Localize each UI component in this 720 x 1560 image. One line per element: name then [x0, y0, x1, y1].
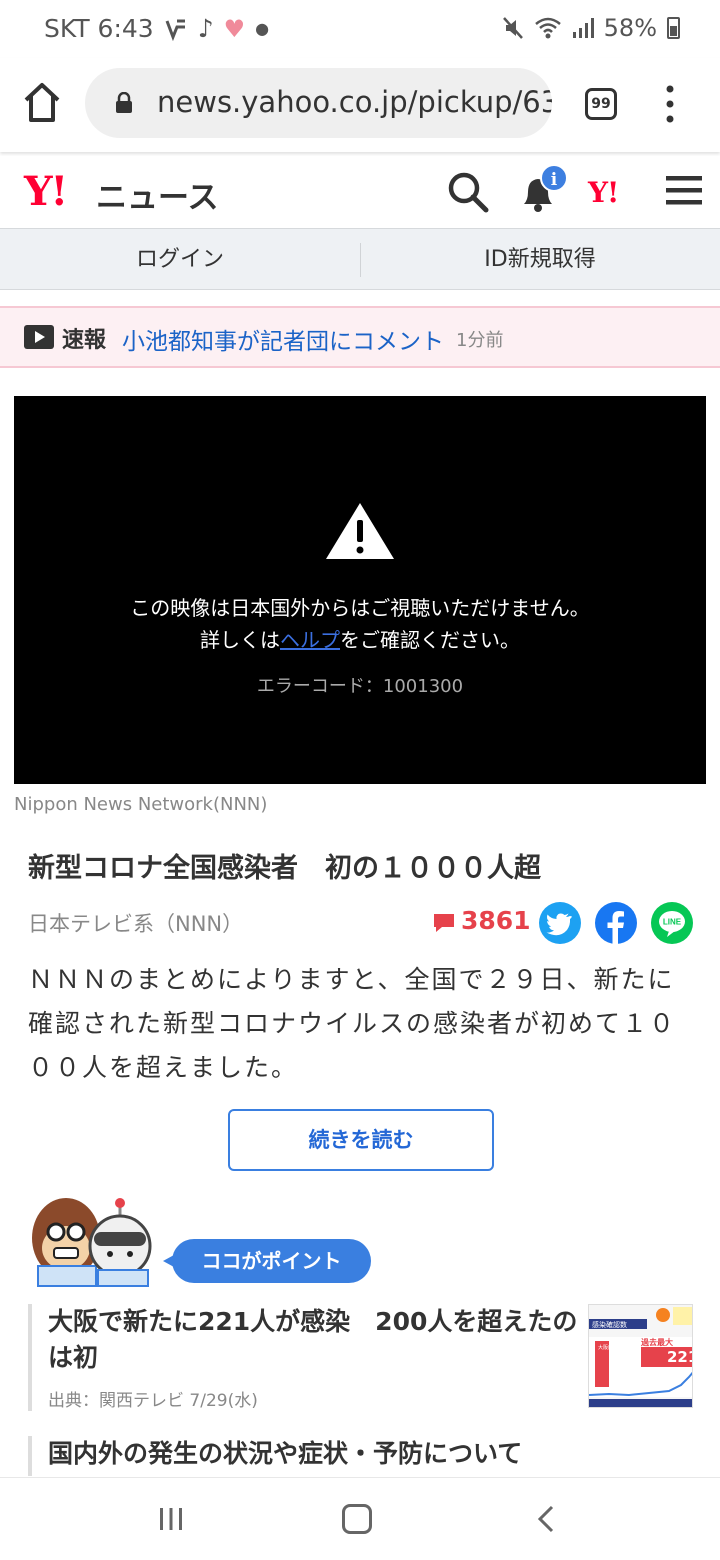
login-bar: ログイン ID新規取得	[0, 228, 720, 290]
recent-apps-icon[interactable]	[158, 1506, 184, 1532]
more-menu-icon[interactable]	[664, 84, 676, 124]
home-button-icon[interactable]	[342, 1504, 372, 1534]
article-body: ＮＮＮのまとめによりますと、全国で２９日、新たに確認された新型コロナウイルスの感…	[28, 965, 677, 1082]
vpn-icon	[165, 19, 185, 41]
facebook-icon	[607, 911, 624, 944]
url-text: news.yahoo.co.jp/pickup/63	[157, 85, 552, 119]
article-title: 新型コロナ全国感染者 初の１０００人超	[28, 853, 541, 884]
point-label: ココがポイント	[163, 1239, 371, 1283]
login-link[interactable]: ログイン	[0, 229, 360, 289]
breaking-label: 速報	[62, 328, 107, 353]
twitter-icon	[546, 913, 572, 936]
line-logo-text: LINE	[663, 918, 682, 927]
point-item-title[interactable]: 大阪で新たに221人が感染 200人を超えたのは初	[48, 1304, 578, 1376]
home-icon[interactable]	[22, 80, 62, 124]
login-divider	[360, 243, 361, 277]
thumb-value: 221	[667, 1348, 693, 1366]
music-icon: ♪	[197, 14, 214, 43]
status-bar: SKT 6:43 ♪ ♥ ● 58%	[0, 0, 720, 58]
twitter-share-button[interactable]	[539, 902, 581, 944]
thumb-max-label: 過去最大	[640, 1337, 673, 1347]
video-message-post: をご確認ください。	[340, 628, 520, 652]
thumb-side-label: 大阪府	[598, 1344, 613, 1351]
wifi-icon	[534, 17, 561, 39]
infection-chart-thumbnail: 感染確認数 大阪府 過去最大 221	[589, 1305, 693, 1407]
register-link[interactable]: ID新規取得	[360, 229, 720, 289]
notification-dot-icon: ●	[255, 19, 270, 38]
breaking-news-bar: 速報 小池都知事が記者団にコメント 1分前	[0, 306, 720, 368]
thumb-chart-title: 感染確認数	[592, 1320, 627, 1329]
video-message-line1: この映像は日本国外からはご視聴いただけません。	[130, 596, 590, 620]
video-message-pre: 詳しくは	[200, 628, 280, 652]
point-item-thumbnail[interactable]: 感染確認数 大阪府 過去最大 221	[588, 1304, 693, 1408]
search-icon[interactable]	[446, 170, 490, 214]
address-bar[interactable]: news.yahoo.co.jp/pickup/63	[85, 68, 552, 138]
line-share-button[interactable]: LINE	[651, 902, 693, 944]
battery-percent: 58%	[603, 14, 657, 42]
comment-icon[interactable]	[432, 912, 456, 934]
browser-toolbar: news.yahoo.co.jp/pickup/63 99	[0, 58, 720, 152]
video-error-code: エラーコード：1001300	[256, 676, 464, 697]
video-credit: Nippon News Network(NNN)	[14, 794, 268, 815]
mute-icon	[502, 17, 523, 39]
video-player[interactable]: この映像は日本国外からはご視聴いただけません。 詳しくはヘルプをご確認ください。…	[14, 396, 706, 784]
notification-badge: i	[540, 164, 568, 192]
facebook-share-button[interactable]	[595, 902, 637, 944]
point-item-meta: 出典：関西テレビ 7/29(水)	[48, 1391, 258, 1411]
battery-icon	[667, 17, 680, 39]
video-message-line2: 詳しくはヘルプをご確認ください。	[14, 624, 706, 653]
point-item[interactable]: 大阪で新たに221人が感染 200人を超えたのは初 出典：関西テレビ 7/29(…	[28, 1304, 578, 1411]
yahoo-logo[interactable]: Y!	[24, 168, 68, 215]
lock-icon	[116, 92, 132, 113]
status-left: SKT 6:43 ♪ ♥ ●	[44, 14, 269, 43]
tab-switcher-button[interactable]: 99	[585, 88, 617, 120]
article-source[interactable]: 日本テレビ系（NNN）	[28, 908, 243, 938]
comment-count[interactable]: 3861	[461, 906, 531, 935]
system-nav-bar	[0, 1477, 720, 1560]
back-icon[interactable]	[536, 1504, 556, 1534]
site-name[interactable]: ニュース	[96, 172, 218, 217]
signal-icon	[572, 18, 594, 38]
breaking-time: 1分前	[456, 330, 504, 351]
site-header: Y! ニュース i Y!	[0, 156, 720, 228]
status-right: 58%	[502, 14, 680, 42]
read-more-button[interactable]: 続きを読む	[228, 1109, 494, 1171]
point-item[interactable]: 国内外の発生の状況や症状・予防について	[28, 1436, 688, 1476]
mascot-characters-icon	[32, 1198, 152, 1287]
carrier-time: SKT 6:43	[44, 14, 154, 43]
help-link[interactable]: ヘルプ	[280, 628, 340, 652]
warning-icon	[326, 503, 394, 559]
heart-icon: ♥	[223, 14, 246, 43]
yahoo-top-link[interactable]: Y!	[588, 176, 619, 209]
line-icon: LINE	[659, 911, 685, 937]
hamburger-menu-icon[interactable]	[666, 174, 702, 206]
video-play-icon	[24, 325, 54, 349]
point-item-title[interactable]: 国内外の発生の状況や症状・予防について	[48, 1436, 688, 1472]
breaking-headline-link[interactable]: 小池都知事が記者団にコメント	[122, 322, 444, 356]
